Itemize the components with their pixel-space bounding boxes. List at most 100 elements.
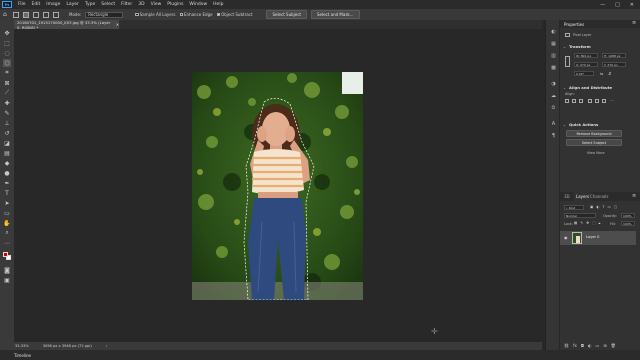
foreground-color-swatch[interactable] xyxy=(3,252,8,257)
timeline-panel-tab[interactable]: Timeline xyxy=(0,350,640,360)
marquee-icon[interactable]: ⬚ xyxy=(3,39,11,47)
menu-view[interactable]: View xyxy=(148,2,165,7)
layer-name[interactable]: Layer 0 xyxy=(586,235,599,239)
sample-all-layers-checkbox[interactable]: Sample All Layers xyxy=(135,12,176,17)
more-options-icon[interactable]: ⋯ xyxy=(610,98,614,103)
opacity-field[interactable]: 100% xyxy=(621,213,635,218)
tab-close-icon[interactable]: ✕ xyxy=(116,22,119,27)
layer-filter-kind[interactable]: ⌕ Kind xyxy=(564,205,584,210)
collapse-transform-icon[interactable]: ⌄ xyxy=(563,45,566,49)
home-icon[interactable]: ⌂ xyxy=(3,11,9,18)
x-field[interactable]: X: 270 px xyxy=(574,62,598,67)
tab-layers[interactable]: Layers xyxy=(574,192,592,201)
y-field[interactable]: Y: 270 px xyxy=(602,62,626,67)
rectangle-icon[interactable]: ▭ xyxy=(3,209,11,217)
lock-artboard-icon[interactable]: ⬚ xyxy=(592,221,595,225)
quick-mask-icon[interactable]: ◙ xyxy=(3,266,11,274)
lock-all-icon[interactable]: 🔒︎ xyxy=(599,221,601,225)
align-right-icon[interactable] xyxy=(579,99,583,103)
link-layers-icon[interactable]: ⛓︎ xyxy=(564,343,569,348)
close-button[interactable]: ✕ xyxy=(630,2,634,8)
filter-adjustment-icon[interactable]: ◐ xyxy=(596,205,599,210)
brush-icon[interactable]: ✎ xyxy=(3,109,11,117)
layers-panel-menu-icon[interactable]: ≡ xyxy=(632,193,636,199)
enhance-edge-checkbox[interactable]: Enhance Edge xyxy=(179,12,213,17)
frame-icon[interactable]: ⊠ xyxy=(3,79,11,87)
menu-window[interactable]: Window xyxy=(186,2,210,7)
patterns-panel-icon[interactable]: ▩ xyxy=(550,64,557,71)
flip-horizontal-icon[interactable]: ⇋ xyxy=(600,71,603,76)
properties-tab[interactable]: Properties xyxy=(564,22,584,27)
lock-position-icon[interactable]: ✥ xyxy=(586,221,589,225)
eyedropper-icon[interactable]: ⟋ xyxy=(3,89,11,97)
adjustments-panel-icon[interactable]: ◑ xyxy=(550,80,557,87)
menu-plugins[interactable]: Plugins xyxy=(164,2,186,7)
menu-select[interactable]: Select xyxy=(98,2,118,7)
select-and-mask-button[interactable]: Select and Mask... xyxy=(311,10,360,19)
menu-filter[interactable]: Filter xyxy=(118,2,135,7)
move-icon[interactable]: ✥ xyxy=(3,29,11,37)
object-selection-tool-icon[interactable] xyxy=(13,11,19,18)
history-panel-icon[interactable]: ⏲ xyxy=(550,104,557,111)
document-image[interactable] xyxy=(192,72,363,300)
menu-image[interactable]: Image xyxy=(43,2,63,7)
collapse-quick-actions-icon[interactable]: ⌄ xyxy=(563,123,566,127)
remove-background-button[interactable]: Remove Background xyxy=(566,130,622,137)
filter-type-icon[interactable]: T xyxy=(602,205,604,210)
blend-mode-select[interactable]: Normal xyxy=(564,213,596,218)
menu-help[interactable]: Help xyxy=(210,2,226,7)
status-arrow-icon[interactable]: › xyxy=(106,344,107,348)
intersect-selection-icon[interactable] xyxy=(53,11,59,18)
view-more-link[interactable]: View More xyxy=(587,151,605,155)
gradients-panel-icon[interactable]: ▥ xyxy=(550,52,557,59)
mode-select[interactable]: Rectangle xyxy=(85,11,124,18)
libraries-panel-icon[interactable]: ☁ xyxy=(550,92,557,99)
select-subject-button[interactable]: Select Subject xyxy=(266,10,308,19)
history-brush-icon[interactable]: ↺ xyxy=(3,129,11,137)
zoom-icon[interactable]: ⌕ xyxy=(3,229,11,237)
menu-layer[interactable]: Layer xyxy=(63,2,82,7)
more-icon[interactable]: ⋯ xyxy=(3,239,11,247)
crop-icon[interactable]: ⌗ xyxy=(3,69,11,77)
layer-row[interactable]: ◉ Layer 0 xyxy=(560,231,636,245)
filter-smart-icon[interactable]: ▢ xyxy=(614,205,617,210)
swatches-panel-icon[interactable]: ▦ xyxy=(550,40,557,47)
new-selection-icon[interactable] xyxy=(23,11,29,18)
delete-layer-icon[interactable]: 🗑︎ xyxy=(611,343,616,348)
width-field[interactable]: W: 891 px xyxy=(574,53,598,58)
menu-file[interactable]: File xyxy=(15,2,29,7)
align-middle-icon[interactable] xyxy=(595,99,599,103)
panel-menu-icon[interactable]: ≡ xyxy=(632,20,636,26)
tab-channels[interactable]: Channels xyxy=(590,194,609,199)
select-subject-panel-button[interactable]: Select Subject xyxy=(566,139,622,146)
filter-shape-icon[interactable]: ▭ xyxy=(608,205,611,210)
object-subtract-checkbox[interactable]: Object Subtract xyxy=(216,12,252,17)
angle-field[interactable]: 0.00° xyxy=(574,71,594,76)
collapse-align-icon[interactable]: ⌄ xyxy=(563,86,566,90)
healing-icon[interactable]: ✚ xyxy=(3,99,11,107)
menu-edit[interactable]: Edit xyxy=(29,2,44,7)
maximize-button[interactable]: □ xyxy=(615,2,620,8)
tab-3d[interactable]: 3D xyxy=(564,194,570,199)
zoom-level[interactable]: 33.33% xyxy=(15,344,29,348)
lock-image-icon[interactable]: ✎ xyxy=(580,221,583,225)
menu-3d[interactable]: 3D xyxy=(135,2,147,7)
subtract-selection-icon[interactable] xyxy=(43,11,49,18)
link-proportions-icon[interactable] xyxy=(565,56,570,67)
align-center-icon[interactable] xyxy=(572,99,576,103)
type-icon[interactable]: T xyxy=(3,189,11,197)
add-mask-icon[interactable]: ◘ xyxy=(581,343,584,348)
visibility-eye-icon[interactable]: ◉ xyxy=(564,235,568,240)
quick-select-icon[interactable]: ⬡ xyxy=(3,59,11,67)
flip-vertical-icon[interactable]: ⇵ xyxy=(608,71,611,76)
new-group-icon[interactable]: ▭ xyxy=(596,343,600,348)
fx-icon[interactable]: fx xyxy=(573,343,577,348)
pen-icon[interactable]: ✒ xyxy=(3,179,11,187)
paragraph-panel-icon[interactable]: ¶ xyxy=(550,132,557,139)
character-panel-icon[interactable]: A xyxy=(550,120,557,127)
lock-transparent-icon[interactable]: ▦ xyxy=(574,221,577,225)
align-left-icon[interactable] xyxy=(565,99,569,103)
path-select-icon[interactable]: ➤ xyxy=(3,199,11,207)
menu-type[interactable]: Type xyxy=(82,2,98,7)
new-layer-icon[interactable]: ⊞ xyxy=(603,343,606,348)
